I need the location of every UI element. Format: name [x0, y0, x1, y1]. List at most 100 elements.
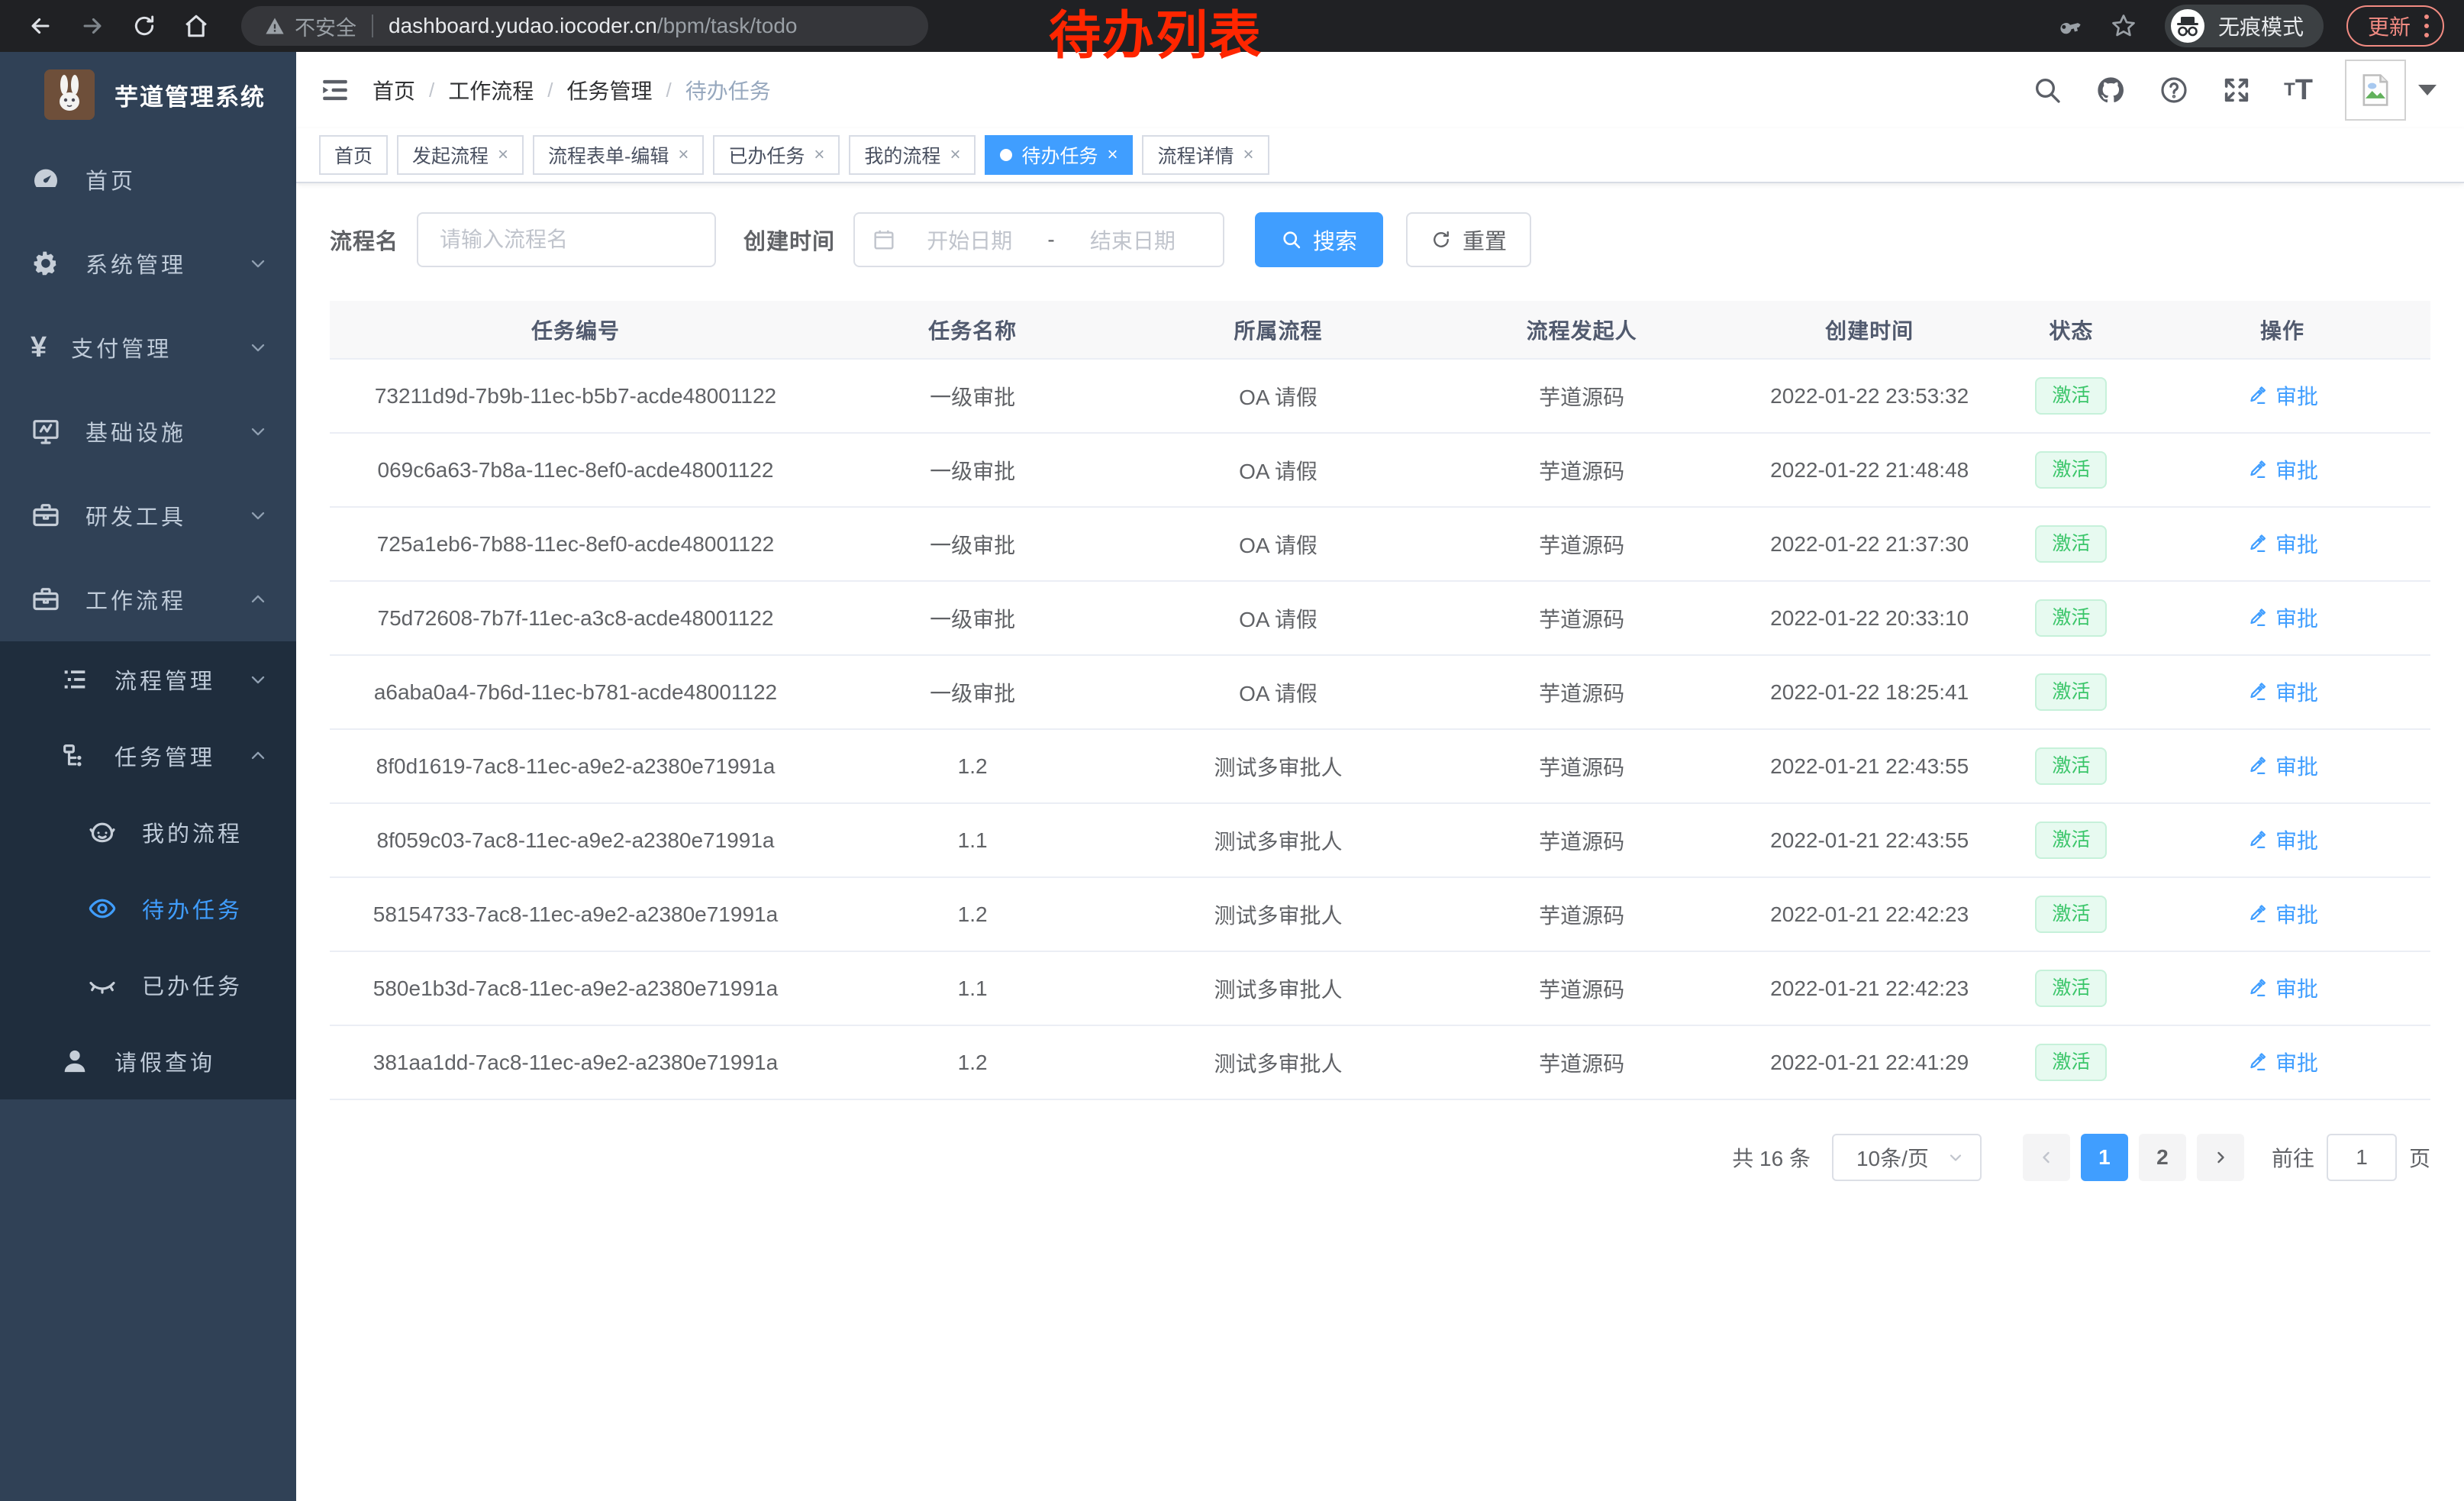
column-header: 任务编号: [330, 301, 821, 359]
star-icon[interactable]: [2110, 12, 2137, 40]
goto-page-input[interactable]: [2327, 1134, 2397, 1181]
search-icon[interactable]: [2032, 75, 2062, 105]
browser-menu-dots-icon[interactable]: [2424, 15, 2429, 37]
pagination-total: 共 16 条: [1732, 1142, 1811, 1173]
approve-link-label: 审批: [2275, 973, 2318, 1003]
sidebar-item-todo-task[interactable]: 待办任务: [0, 870, 296, 947]
table-row: 75d72608-7b7f-11ec-a3c8-acde48001122一级审批…: [330, 581, 2430, 655]
tab-close-icon[interactable]: ×: [498, 146, 508, 164]
sidebar-item-task-mgmt[interactable]: 任务管理: [0, 718, 296, 794]
fullscreen-icon[interactable]: [2221, 75, 2252, 105]
key-icon[interactable]: [2058, 13, 2084, 39]
navbar: 首页/工作流程/任务管理/待办任务 TT: [296, 52, 2464, 128]
tab-close-icon[interactable]: ×: [678, 146, 689, 164]
tab-label: 流程详情: [1157, 141, 1234, 169]
sidebar-item-process-mgmt[interactable]: 流程管理: [0, 641, 296, 718]
sidebar-item-workflow[interactable]: 工作流程: [0, 557, 296, 641]
reload-button[interactable]: [124, 5, 165, 47]
tab-我的流程[interactable]: 我的流程×: [849, 135, 976, 175]
sidebar-item-leave-query[interactable]: 请假查询: [0, 1023, 296, 1099]
approve-link[interactable]: 审批: [2246, 825, 2318, 855]
search-button[interactable]: 搜索: [1255, 212, 1383, 267]
sidebar-item-done-task[interactable]: 已办任务: [0, 947, 296, 1023]
status-badge: 激活: [2035, 1044, 2107, 1081]
approve-link[interactable]: 审批: [2246, 602, 2318, 633]
starter-cell: 芋道源码: [1433, 877, 1731, 951]
filter-form: 流程名 创建时间 开始日期 - 结束日期 搜索 重置: [330, 212, 2430, 267]
breadcrumb-item[interactable]: 任务管理: [567, 75, 653, 105]
action-cell: 审批: [2134, 803, 2430, 877]
page-size-select[interactable]: 10条/页: [1832, 1134, 1982, 1181]
github-icon[interactable]: [2095, 74, 2127, 106]
approve-link[interactable]: 审批: [2246, 750, 2318, 781]
approve-link[interactable]: 审批: [2246, 899, 2318, 929]
pencil-icon: [2246, 385, 2268, 406]
tab-首页[interactable]: 首页: [319, 135, 388, 175]
hamburger-icon[interactable]: [319, 74, 351, 106]
eye-icon: [87, 893, 118, 924]
avatar-dropdown-caret-icon[interactable]: [2418, 85, 2437, 95]
reset-button[interactable]: 重置: [1406, 212, 1531, 267]
tab-流程表单-编辑[interactable]: 流程表单-编辑×: [533, 135, 704, 175]
approve-link[interactable]: 审批: [2246, 454, 2318, 485]
starter-cell: 芋道源码: [1433, 581, 1731, 655]
url-bar[interactable]: 不安全 dashboard.yudao.iocoder.cn/bpm/task/…: [241, 6, 928, 46]
tab-close-icon[interactable]: ×: [814, 146, 824, 164]
start-date-placeholder[interactable]: 开始日期: [896, 224, 1043, 255]
approve-link[interactable]: 审批: [2246, 380, 2318, 411]
page-button-1[interactable]: 1: [2081, 1134, 2128, 1181]
breadcrumb: 首页/工作流程/任务管理/待办任务: [373, 75, 771, 105]
end-date-placeholder[interactable]: 结束日期: [1059, 224, 1206, 255]
starter-cell: 芋道源码: [1433, 433, 1731, 507]
task-id-cell: 58154733-7ac8-11ec-a9e2-a2380e71991a: [330, 877, 821, 951]
breadcrumb-item[interactable]: 工作流程: [448, 75, 534, 105]
approve-link[interactable]: 审批: [2246, 676, 2318, 707]
avatar[interactable]: [2345, 60, 2406, 121]
forward-button[interactable]: [72, 5, 113, 47]
date-range-picker[interactable]: 开始日期 - 结束日期: [853, 212, 1224, 267]
task-name-cell: 一级审批: [821, 359, 1124, 433]
sidebar-item-home[interactable]: 首页: [0, 137, 296, 221]
sidebar-logo-row[interactable]: 芋道管理系统: [0, 52, 296, 137]
active-tab-dot: [1000, 149, 1012, 161]
next-page-button[interactable]: [2197, 1134, 2244, 1181]
sidebar-item-payment[interactable]: ¥支付管理: [0, 305, 296, 389]
tab-close-icon[interactable]: ×: [950, 146, 960, 164]
font-size-icon[interactable]: TT: [2284, 76, 2313, 105]
tab-待办任务[interactable]: 待办任务×: [985, 135, 1133, 175]
approve-link[interactable]: 审批: [2246, 1047, 2318, 1077]
sidebar-item-system[interactable]: 系统管理: [0, 221, 296, 305]
sidebar-item-infra[interactable]: 基础设施: [0, 389, 296, 473]
sidebar-item-devtools[interactable]: 研发工具: [0, 473, 296, 557]
table-row: 58154733-7ac8-11ec-a9e2-a2380e71991a1.2测…: [330, 877, 2430, 951]
update-button[interactable]: 更新: [2346, 5, 2444, 47]
sidebar-item-my-process[interactable]: 我的流程: [0, 794, 296, 870]
page-button-2[interactable]: 2: [2139, 1134, 2186, 1181]
breadcrumb-item[interactable]: 首页: [373, 75, 415, 105]
user-icon: [60, 1046, 90, 1077]
column-header: 创建时间: [1731, 301, 2008, 359]
task-id-cell: 8f059c03-7ac8-11ec-a9e2-a2380e71991a: [330, 803, 821, 877]
table-row: 580e1b3d-7ac8-11ec-a9e2-a2380e71991a1.1测…: [330, 951, 2430, 1025]
sidebar-item-label: 待办任务: [142, 893, 243, 925]
task-name-cell: 1.1: [821, 951, 1124, 1025]
approve-link-label: 审批: [2275, 602, 2318, 633]
home-button[interactable]: [176, 5, 217, 47]
back-button[interactable]: [20, 5, 61, 47]
tab-流程详情[interactable]: 流程详情 ×: [1142, 135, 1269, 175]
tab-发起流程[interactable]: 发起流程×: [397, 135, 524, 175]
approve-link[interactable]: 审批: [2246, 973, 2318, 1003]
tab-close-icon[interactable]: ×: [1243, 146, 1254, 164]
approve-link[interactable]: 审批: [2246, 528, 2318, 559]
tab-已办任务[interactable]: 已办任务×: [713, 135, 840, 175]
tab-close-icon[interactable]: ×: [1107, 146, 1118, 164]
starter-cell: 芋道源码: [1433, 729, 1731, 803]
process-name-input[interactable]: [417, 212, 716, 267]
action-cell: 审批: [2134, 877, 2430, 951]
prev-page-button[interactable]: [2023, 1134, 2070, 1181]
tab-label: 首页: [334, 141, 373, 169]
breadcrumb-separator: /: [547, 79, 553, 102]
help-icon[interactable]: [2159, 75, 2189, 105]
sidebar-item-label: 系统管理: [85, 247, 186, 279]
approve-link-label: 审批: [2275, 1047, 2318, 1077]
